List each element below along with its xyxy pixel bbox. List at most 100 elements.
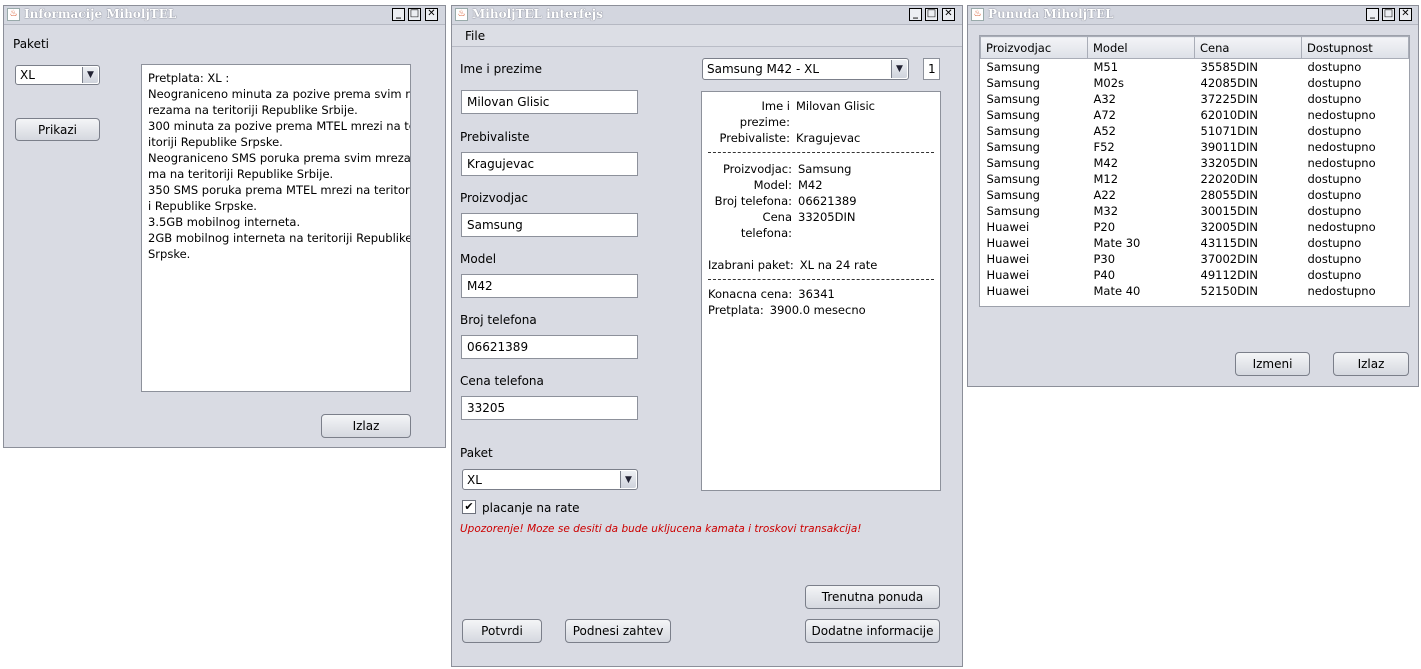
table-cell[interactable]: 52150DIN bbox=[1195, 283, 1302, 299]
table-cell[interactable]: 51071DIN bbox=[1195, 123, 1302, 139]
table-row[interactable]: Samsung M02s 42085DIN dostupno bbox=[981, 75, 1409, 91]
table-cell[interactable]: A32 bbox=[1088, 91, 1195, 107]
table-cell[interactable]: M42 bbox=[1088, 155, 1195, 171]
menu-file[interactable]: File bbox=[465, 29, 485, 43]
table-cell[interactable]: 49112DIN bbox=[1195, 267, 1302, 283]
table-cell[interactable]: 28055DIN bbox=[1195, 187, 1302, 203]
table-cell[interactable]: dostupno bbox=[1302, 235, 1409, 251]
maximize-icon[interactable]: □ bbox=[925, 8, 938, 21]
table-cell[interactable]: dostupno bbox=[1302, 123, 1409, 139]
table-row[interactable]: Samsung M51 35585DIN dostupno bbox=[981, 59, 1409, 76]
table-cell[interactable]: A52 bbox=[1088, 123, 1195, 139]
table-cell[interactable]: 35585DIN bbox=[1195, 59, 1302, 76]
minimize-icon[interactable]: _ bbox=[392, 8, 405, 21]
table-cell[interactable]: Samsung bbox=[981, 139, 1088, 155]
ponuda-table[interactable]: Proizvodjac Model Cena Dostupnost Samsun… bbox=[980, 36, 1409, 299]
izmeni-button[interactable]: Izmeni bbox=[1235, 352, 1310, 376]
column-header[interactable]: Model bbox=[1087, 36, 1195, 59]
package-description[interactable]: Pretplata: XL : Neograniceno minuta za po… bbox=[141, 64, 411, 392]
paket-select[interactable]: XL ▼ bbox=[15, 65, 100, 85]
potvrdi-button[interactable]: Potvrdi bbox=[462, 619, 542, 643]
izlaz-button[interactable]: Izlaz bbox=[321, 414, 411, 438]
table-cell[interactable]: 39011DIN bbox=[1195, 139, 1302, 155]
table-cell[interactable]: Samsung bbox=[981, 171, 1088, 187]
table-row[interactable]: Samsung F52 39011DIN nedostupno bbox=[981, 139, 1409, 155]
prikazi-button[interactable]: Prikazi bbox=[15, 118, 100, 141]
table-row[interactable]: Huawei Mate 40 52150DIN nedostupno bbox=[981, 283, 1409, 299]
table-cell[interactable]: Samsung bbox=[981, 91, 1088, 107]
table-cell[interactable]: 43115DIN bbox=[1195, 235, 1302, 251]
ponuda-titlebar[interactable]: ♨ Punuda MiholjTEL _ □ ✕ bbox=[968, 6, 1418, 25]
table-cell[interactable]: 33205DIN bbox=[1195, 155, 1302, 171]
proizvodjac-field[interactable]: Samsung bbox=[461, 213, 638, 237]
table-cell[interactable]: dostupno bbox=[1302, 75, 1409, 91]
table-row[interactable]: Huawei P20 32005DIN nedostupno bbox=[981, 219, 1409, 235]
table-cell[interactable]: 30015DIN bbox=[1195, 203, 1302, 219]
table-row[interactable]: Samsung M32 30015DIN dostupno bbox=[981, 203, 1409, 219]
table-cell[interactable]: M02s bbox=[1088, 75, 1195, 91]
main-titlebar[interactable]: ♨ MiholjTEL interfejs _ □ ✕ bbox=[452, 6, 962, 25]
table-cell[interactable]: Samsung bbox=[981, 155, 1088, 171]
table-cell[interactable]: M12 bbox=[1088, 171, 1195, 187]
table-cell[interactable]: 22020DIN bbox=[1195, 171, 1302, 187]
rate-checkbox[interactable]: ✔ bbox=[462, 500, 476, 514]
column-header[interactable]: Cena bbox=[1194, 36, 1302, 59]
table-row[interactable]: Samsung A22 28055DIN dostupno bbox=[981, 187, 1409, 203]
table-cell[interactable]: Huawei bbox=[981, 251, 1088, 267]
table-row[interactable]: Samsung M42 33205DIN nedostupno bbox=[981, 155, 1409, 171]
table-cell[interactable]: A22 bbox=[1088, 187, 1195, 203]
table-cell[interactable]: 37225DIN bbox=[1195, 91, 1302, 107]
table-cell[interactable]: M32 bbox=[1088, 203, 1195, 219]
table-row[interactable]: Samsung A52 51071DIN dostupno bbox=[981, 123, 1409, 139]
table-cell[interactable]: Huawei bbox=[981, 283, 1088, 299]
table-cell[interactable]: dostupno bbox=[1302, 171, 1409, 187]
izlaz-button[interactable]: Izlaz bbox=[1333, 352, 1409, 376]
table-cell[interactable]: dostupno bbox=[1302, 251, 1409, 267]
rate-checkbox-label[interactable]: placanje na rate bbox=[482, 501, 580, 515]
table-cell[interactable]: Huawei bbox=[981, 235, 1088, 251]
table-cell[interactable]: Samsung bbox=[981, 107, 1088, 123]
column-header[interactable]: Dostupnost bbox=[1301, 36, 1409, 59]
table-cell[interactable]: nedostupno bbox=[1302, 219, 1409, 235]
table-cell[interactable]: dostupno bbox=[1302, 267, 1409, 283]
table-cell[interactable]: 42085DIN bbox=[1195, 75, 1302, 91]
paket-select[interactable]: XL ▼ bbox=[462, 469, 638, 490]
table-cell[interactable]: P40 bbox=[1088, 267, 1195, 283]
table-cell[interactable]: dostupno bbox=[1302, 187, 1409, 203]
table-cell[interactable]: dostupno bbox=[1302, 59, 1409, 76]
table-cell[interactable]: 37002DIN bbox=[1195, 251, 1302, 267]
info-titlebar[interactable]: ♨ Informacije MiholjTEL _ □ ✕ bbox=[4, 6, 445, 25]
table-cell[interactable]: dostupno bbox=[1302, 203, 1409, 219]
cena-field[interactable]: 33205 bbox=[461, 396, 638, 420]
table-cell[interactable]: dostupno bbox=[1302, 91, 1409, 107]
ime-field[interactable]: Milovan Glisic bbox=[461, 90, 638, 114]
table-row[interactable]: Samsung A32 37225DIN dostupno bbox=[981, 91, 1409, 107]
table-cell[interactable]: P20 bbox=[1088, 219, 1195, 235]
table-cell[interactable]: Samsung bbox=[981, 75, 1088, 91]
table-cell[interactable]: Samsung bbox=[981, 123, 1088, 139]
table-cell[interactable]: M51 bbox=[1088, 59, 1195, 76]
table-cell[interactable]: A72 bbox=[1088, 107, 1195, 123]
table-cell[interactable]: Huawei bbox=[981, 219, 1088, 235]
maximize-icon[interactable]: □ bbox=[408, 8, 421, 21]
table-cell[interactable]: 62010DIN bbox=[1195, 107, 1302, 123]
model-field[interactable]: M42 bbox=[461, 274, 638, 298]
table-cell[interactable]: nedostupno bbox=[1302, 139, 1409, 155]
dodatne-informacije-button[interactable]: Dodatne informacije bbox=[805, 619, 940, 643]
table-cell[interactable]: nedostupno bbox=[1302, 283, 1409, 299]
table-cell[interactable]: nedostupno bbox=[1302, 155, 1409, 171]
minimize-icon[interactable]: _ bbox=[909, 8, 922, 21]
phone-select[interactable]: Samsung M42 - XL ▼ bbox=[702, 58, 909, 80]
quantity-field[interactable]: 1 bbox=[923, 58, 940, 80]
column-header[interactable]: Proizvodjac bbox=[980, 36, 1088, 59]
table-cell[interactable]: F52 bbox=[1088, 139, 1195, 155]
minimize-icon[interactable]: _ bbox=[1366, 8, 1379, 21]
table-row[interactable]: Huawei Mate 30 43115DIN dostupno bbox=[981, 235, 1409, 251]
table-cell[interactable]: Mate 30 bbox=[1088, 235, 1195, 251]
table-cell[interactable]: Mate 40 bbox=[1088, 283, 1195, 299]
chevron-down-icon[interactable]: ▼ bbox=[82, 67, 98, 83]
table-row[interactable]: Samsung A72 62010DIN nedostupno bbox=[981, 107, 1409, 123]
trenutna-ponuda-button[interactable]: Trenutna ponuda bbox=[805, 585, 940, 609]
table-cell[interactable]: nedostupno bbox=[1302, 107, 1409, 123]
prebivaliste-field[interactable]: Kragujevac bbox=[461, 152, 638, 176]
